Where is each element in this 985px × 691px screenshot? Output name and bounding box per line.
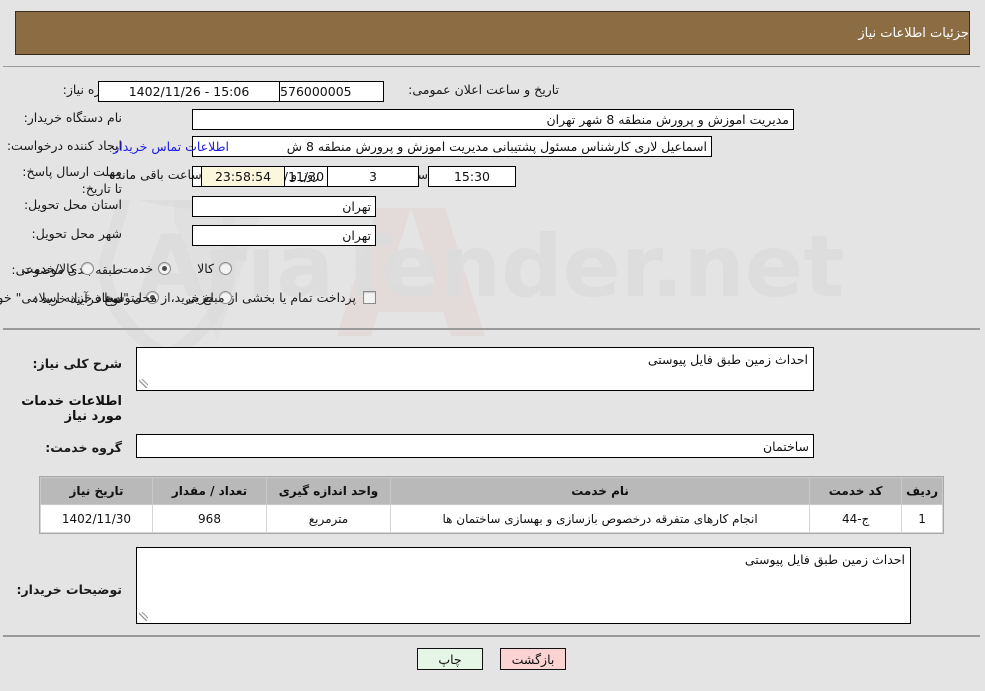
city-label-text: شهر محل تحویل: [32, 226, 123, 241]
buyer-notes-label: توضیحات خریدار: [17, 582, 123, 597]
cell-date: 1402/11/30 [41, 504, 154, 533]
category-option-kala[interactable]: کالا [198, 261, 233, 276]
radio-icon-khedmat[interactable] [159, 262, 173, 275]
announce-label-wrap: تاریخ و ساعت اعلان عمومی: [409, 82, 560, 99]
remaining-time-label: ساعت باقی مانده [110, 167, 203, 182]
category-option-kala-khedmat[interactable]: کالا/خدمت [22, 261, 95, 276]
page-header-bar: جزئیات اطلاعات نیاز [16, 11, 971, 55]
deadline-hour-field[interactable]: 15:30 [429, 166, 517, 187]
col-header-qty: تعداد / مقدار [153, 477, 268, 505]
deadline-label-wrap: مهلت ارسال پاسخ: تا تاریخ: [13, 164, 123, 198]
province-field[interactable]: تهران [193, 196, 377, 217]
requester-label-wrap: ایجاد کننده درخواست: [8, 138, 123, 155]
remaining-days-label-wrap: روز و [292, 167, 320, 184]
radio-icon-kala[interactable] [220, 262, 233, 275]
general-desc-textarea[interactable]: احداث زمین طبق فایل پیوستی [137, 347, 815, 391]
province-label: استان محل تحویل: [24, 197, 123, 212]
treasury-checkbox-row[interactable]: پرداخت تمام یا بخشی از مبلغ خرید،از محل … [0, 290, 377, 305]
category-option-khedmat[interactable]: خدمت [120, 261, 173, 276]
buyer-notes-textarea[interactable]: احداث زمین طبق فایل پیوستی [137, 547, 912, 624]
back-button[interactable]: بازگشت [501, 648, 567, 670]
general-desc-label: شرح کلی نیاز: [33, 356, 123, 371]
buyer-org-label: نام دستگاه خریدار: [24, 110, 123, 125]
announce-datetime-field[interactable]: 15:06 - 1402/11/26 [99, 81, 281, 102]
category-option-kala-label: کالا [198, 261, 215, 276]
services-table-wrap: ردیف کد خدمت نام خدمت واحد اندازه گیری ت… [40, 476, 945, 534]
col-header-date: تاریخ نیاز [41, 477, 154, 505]
tender-details-page: AriaTender.net جزئیات اطلاعات نیاز شماره… [0, 0, 985, 691]
cell-name: انجام کارهای متفرقه درخصوص بازسازی و بهس… [390, 504, 812, 533]
requester-label: ایجاد کننده درخواست: [7, 138, 123, 153]
city-label: شهر محل تحویل: [33, 226, 123, 243]
treasury-checkbox-icon[interactable] [364, 291, 377, 304]
print-button[interactable]: چاپ [418, 648, 484, 670]
buyer-org-field[interactable]: مدیریت اموزش و پرورش منطقه 8 شهر تهران [193, 109, 795, 130]
city-label-wrap: شهر محل تحویل: [33, 226, 123, 243]
cell-qty: 968 [153, 504, 268, 533]
remaining-days-label: روز و [292, 167, 321, 182]
category-radio-group: کالا خدمت کالا/خدمت [22, 261, 233, 276]
service-group-label: گروه خدمت: [46, 440, 123, 455]
buyer-notes-label-wrap: توضیحات خریدار: [17, 582, 123, 599]
general-desc-label-wrap: شرح کلی نیاز: [34, 356, 123, 373]
buyer-contact-link-wrap: اطلاعات تماس خریدار [114, 139, 230, 154]
col-header-unit: واحد اندازه گیری [267, 477, 392, 505]
table-row: 1 ج-44 انجام کارهای متفرقه درخصوص بازساز… [41, 504, 944, 533]
cell-unit: مترمربع [267, 504, 392, 533]
action-button-bar: بازگشت چاپ [0, 648, 985, 670]
buyer-org-label-wrap: نام دستگاه خریدار: [25, 110, 123, 127]
service-group-label-wrap: گروه خدمت: [46, 440, 123, 457]
cell-row: 1 [902, 504, 944, 533]
buyer-contact-link[interactable]: اطلاعات تماس خریدار [114, 139, 230, 154]
cell-code: ج-44 [810, 504, 904, 533]
col-header-code: کد خدمت [810, 477, 904, 505]
page-title: جزئیات اطلاعات نیاز [859, 25, 970, 41]
province-label-wrap: استان محل تحویل: [25, 197, 123, 214]
services-table: ردیف کد خدمت نام خدمت واحد اندازه گیری ت… [41, 477, 944, 533]
announce-datetime-label: تاریخ و ساعت اعلان عمومی: [409, 82, 560, 97]
radio-icon-kala-khedmat[interactable] [81, 262, 95, 275]
deadline-label: مهلت ارسال پاسخ: تا تاریخ: [23, 164, 123, 196]
service-group-field[interactable]: ساختمان [137, 434, 815, 458]
remaining-suffix-label-wrap: ساعت باقی مانده [110, 167, 203, 184]
table-header-row: ردیف کد خدمت نام خدمت واحد اندازه گیری ت… [41, 477, 944, 505]
requester-field[interactable]: اسماعیل لاری کارشناس مسئول پشتیبانی مدیر… [193, 136, 713, 157]
remaining-days-field: 3 [328, 166, 420, 187]
col-header-name: نام خدمت [390, 477, 812, 505]
treasury-checkbox-label: پرداخت تمام یا بخشی از مبلغ خرید،از محل … [0, 290, 357, 305]
remaining-time-field: 23:58:54 [202, 166, 286, 187]
col-header-row: ردیف [902, 477, 944, 505]
category-option-kala-khedmat-label: کالا/خدمت [22, 261, 77, 276]
services-section-heading: اطلاعات خدمات مورد نیاز [22, 394, 123, 424]
city-field[interactable]: تهران [193, 225, 377, 246]
category-option-khedmat-label: خدمت [120, 261, 155, 276]
